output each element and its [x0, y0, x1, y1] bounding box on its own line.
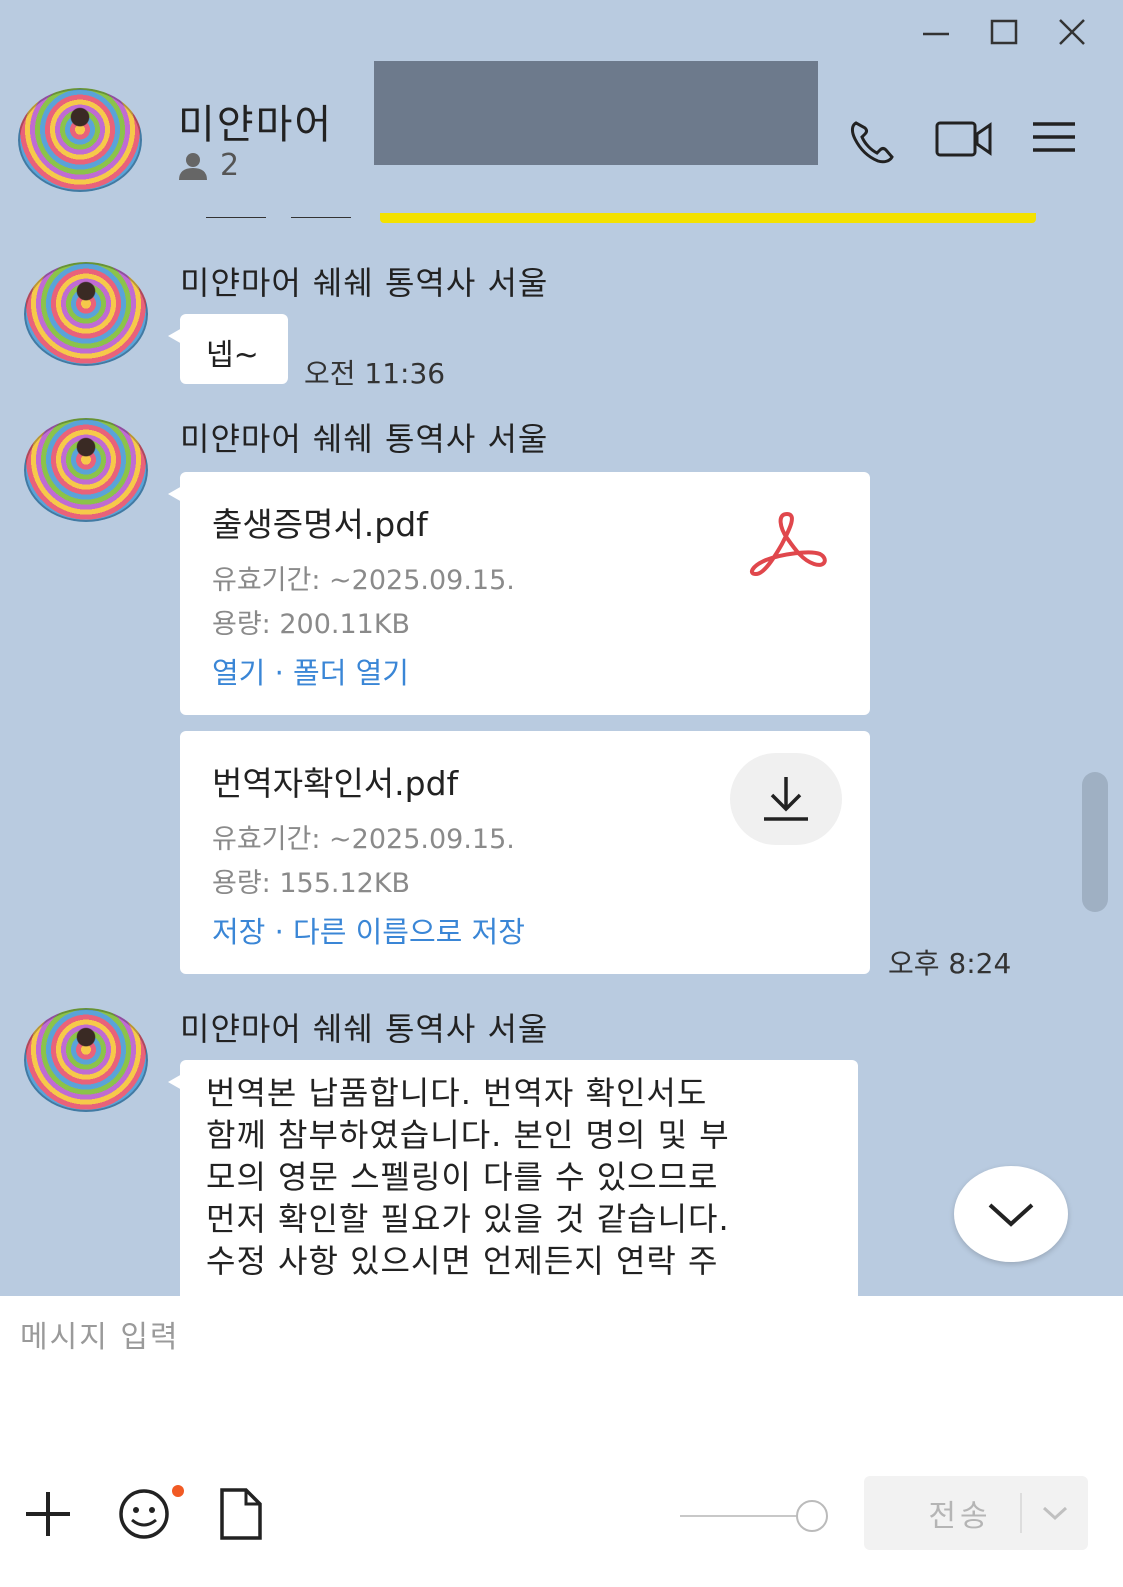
- member-count: 2: [220, 148, 240, 183]
- action-separator: ·: [265, 915, 294, 949]
- video-call-button[interactable]: [934, 118, 994, 160]
- download-button[interactable]: [730, 753, 842, 845]
- send-label: 전송: [928, 1499, 992, 1534]
- file-icon: [220, 1488, 262, 1540]
- file-size: 용량: 200.11KB: [212, 609, 411, 640]
- message-text: 번역본 납품합니다. 번역자 확인서도 함께 참부하였습니다. 본인 명의 및 …: [206, 1072, 730, 1282]
- minimize-icon: [923, 32, 949, 36]
- slider-handle[interactable]: [796, 1500, 828, 1532]
- sender-avatar[interactable]: [24, 418, 148, 522]
- maximize-button[interactable]: [982, 12, 1026, 52]
- message-input[interactable]: 메시지 입력: [20, 1312, 1100, 1472]
- sender-avatar[interactable]: [24, 262, 148, 366]
- message-input-area: 메시지 입력 전송: [0, 1296, 1123, 1587]
- minimize-button[interactable]: [914, 12, 958, 52]
- sender-avatar[interactable]: [24, 1008, 148, 1112]
- video-icon: [935, 121, 992, 157]
- file-card[interactable]: 번역자확인서.pdf 유효기간: ~2025.09.15. 용량: 155.12…: [180, 731, 870, 974]
- file-card[interactable]: 출생증명서.pdf 유효기간: ~2025.09.15. 용량: 200.11K…: [168, 472, 870, 715]
- plus-icon: [26, 1492, 70, 1536]
- sender-name: 미얀마어 쉐쉐 통역사 서울: [180, 1010, 549, 1048]
- message-line: 먼저 확인할 필요가 있을 것 같습니다.: [206, 1200, 730, 1238]
- file-size: 용량: 155.12KB: [212, 868, 411, 899]
- sender-name: 미얀마어 쉐쉐 통역사 서울: [180, 420, 549, 458]
- message-time: 오후 8:24: [888, 947, 1012, 980]
- notification-dot: [172, 1485, 184, 1497]
- clipped-previous-text: [206, 206, 366, 218]
- send-button[interactable]: 전송: [864, 1476, 1088, 1550]
- file-name: 번역자확인서.pdf: [212, 764, 459, 803]
- chevron-down-icon[interactable]: [1030, 1498, 1080, 1528]
- transparency-slider[interactable]: [680, 1496, 830, 1536]
- chevron-down-icon: [988, 1203, 1034, 1227]
- message-text: 넵~: [206, 338, 259, 373]
- file-expiry: 유효기간: ~2025.09.15.: [212, 824, 515, 855]
- open-file-link[interactable]: 열기: [212, 656, 265, 690]
- person-icon: [179, 152, 207, 180]
- file-expiry: 유효기간: ~2025.09.15.: [212, 565, 515, 596]
- file-actions: 열기 · 폴더 열기: [212, 650, 409, 692]
- save-as-link[interactable]: 다른 이름으로 저장: [293, 915, 525, 949]
- menu-icon: [1033, 122, 1075, 152]
- file-name: 출생증명서.pdf: [212, 505, 428, 544]
- phone-icon: [851, 121, 894, 164]
- message-time: 오전 11:36: [304, 357, 446, 390]
- close-button[interactable]: [1050, 12, 1094, 52]
- download-icon: [764, 777, 808, 821]
- close-icon: [1059, 19, 1085, 45]
- sender-name: 미얀마어 쉐쉐 통역사 서울: [180, 264, 549, 302]
- message-line: 수정 사항 있으시면 언제든지 연락 주: [206, 1242, 719, 1280]
- redacted-area: [374, 61, 818, 165]
- call-button[interactable]: [846, 115, 902, 165]
- action-separator: ·: [265, 656, 294, 690]
- message-line: 함께 참부하였습니다. 본인 명의 및 부: [206, 1116, 730, 1154]
- message-bubble[interactable]: 번역본 납품합니다. 번역자 확인서도 함께 참부하였습니다. 본인 명의 및 …: [168, 1060, 858, 1300]
- chat-avatar[interactable]: [18, 88, 142, 192]
- open-folder-link[interactable]: 폴더 열기: [293, 656, 409, 690]
- chat-title: 미얀마어: [178, 102, 334, 148]
- maximize-icon: [990, 19, 1018, 45]
- add-button[interactable]: [22, 1488, 74, 1540]
- my-message-bubble-edge: [380, 213, 1036, 223]
- emoticon-button[interactable]: [116, 1484, 186, 1544]
- attach-file-button[interactable]: [216, 1486, 266, 1542]
- scroll-to-bottom-button[interactable]: [954, 1166, 1068, 1262]
- pdf-icon: [749, 511, 827, 577]
- message-line: 모의 영문 스펠링이 다를 수 있으므로: [206, 1158, 719, 1196]
- emoticon-icon: [119, 1485, 184, 1539]
- scrollbar-thumb[interactable]: [1082, 772, 1108, 912]
- menu-button[interactable]: [1030, 118, 1078, 158]
- message-bubble[interactable]: 넵~: [168, 314, 288, 384]
- member-count-group[interactable]: 2: [176, 148, 239, 183]
- message-line: 번역본 납품합니다. 번역자 확인서도: [206, 1074, 708, 1112]
- save-link[interactable]: 저장: [212, 915, 265, 949]
- file-actions: 저장 · 다른 이름으로 저장: [212, 909, 525, 951]
